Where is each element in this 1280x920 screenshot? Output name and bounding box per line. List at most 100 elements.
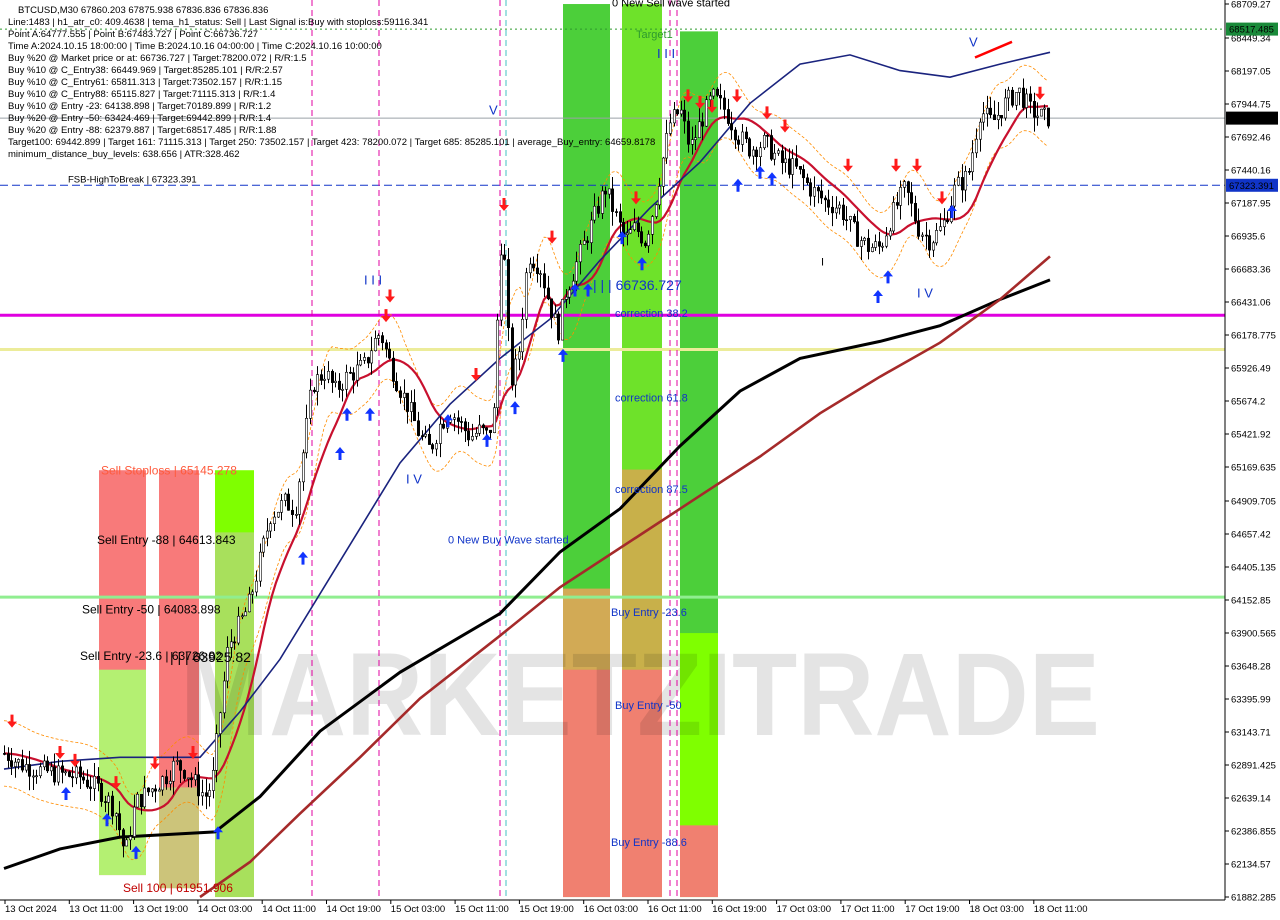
candle-body	[506, 259, 510, 329]
candle-body	[938, 226, 942, 231]
info-line: Buy %10 @ C_Entry61: 65811.313 | Target:…	[8, 77, 282, 88]
candle-body	[538, 273, 542, 275]
candle-body	[477, 424, 481, 434]
candle-body	[751, 149, 755, 157]
candle-body	[409, 402, 413, 412]
candle-body	[1025, 93, 1029, 108]
x-tick-label: 13 Oct 2024	[5, 904, 57, 915]
candle-body	[344, 371, 348, 390]
y-tick-label: 63395.99	[1231, 695, 1271, 706]
candle-body	[308, 389, 312, 419]
chart-label: Sell 100 | 61951.906	[123, 881, 233, 895]
candle-body	[358, 360, 362, 366]
candle-body	[125, 839, 129, 847]
chart-label: Buy Entry -88.6	[611, 837, 687, 849]
candle-body	[992, 114, 996, 121]
candle-body	[16, 759, 20, 763]
candle-body	[143, 787, 147, 808]
chart-label: Sell Entry -50 | 64083.898	[82, 602, 221, 616]
candle-body	[241, 615, 245, 618]
candle-body	[169, 780, 173, 785]
y-tick-label: 67944.75	[1231, 100, 1271, 111]
chart-label: I V	[917, 286, 933, 301]
info-line: Line:1483 | h1_atr_c0: 409.4638 | tema_h…	[8, 17, 428, 28]
candle-body	[297, 481, 301, 515]
candle-body	[376, 335, 380, 339]
candle-body	[650, 216, 654, 235]
candle-body	[319, 374, 323, 381]
candle-body	[726, 109, 730, 124]
candle-body	[502, 254, 506, 260]
chart-label: Sell Stoploss | 65145.278	[101, 463, 237, 477]
candle-body	[1003, 97, 1007, 119]
price-chart[interactable]: MARKETZITRADE Sell Stoploss | 65145.278 S…	[0, 0, 1280, 920]
candle-body	[628, 229, 632, 234]
watermark-text: MARKETZITRADE	[180, 629, 1100, 761]
candle-body	[233, 641, 237, 644]
y-tick-label: 68197.05	[1231, 67, 1271, 78]
chart-label: Sell Entry -88 | 64613.843	[97, 533, 236, 547]
info-line: Point A:64777.555 | Point B:67483.727 | …	[8, 29, 258, 40]
candle-body	[762, 135, 766, 149]
info-header: BTCUSD,M30 67860.203 67875.938 67836.836…	[8, 5, 655, 185]
candle-body	[205, 792, 209, 797]
candle-body	[93, 776, 97, 789]
candle-body	[765, 135, 769, 137]
chart-label: | | | 66736.727	[593, 277, 682, 293]
y-tick-label: 63143.71	[1231, 728, 1271, 739]
candle-body	[89, 786, 93, 789]
candle-body	[780, 150, 784, 163]
candle-body	[808, 182, 812, 197]
candle-body	[219, 712, 223, 734]
candle-body	[826, 199, 830, 208]
x-tick-label: 14 Oct 11:00	[262, 904, 316, 915]
candle-body	[981, 113, 985, 123]
candle-body	[64, 771, 68, 774]
candle-body	[470, 436, 474, 441]
candle-body	[492, 407, 496, 433]
candle-body	[31, 775, 35, 778]
x-tick-label: 14 Oct 19:00	[327, 904, 381, 915]
candle-body	[646, 233, 650, 247]
candle-body	[355, 364, 359, 381]
candle-body	[161, 776, 165, 791]
y-tick-label: 63648.28	[1231, 662, 1271, 673]
candle-body	[924, 234, 928, 237]
candle-body	[920, 234, 924, 237]
candle-body	[351, 372, 355, 381]
candle-body	[427, 433, 431, 445]
candle-body	[330, 370, 334, 383]
candle-body	[744, 131, 748, 140]
candle-body	[974, 138, 978, 154]
candle-body	[265, 530, 269, 539]
x-tick-label: 16 Oct 03:00	[584, 904, 638, 915]
candle-body	[625, 232, 629, 235]
candle-body	[895, 202, 899, 206]
candle-body	[416, 420, 420, 436]
candle-body	[657, 186, 661, 206]
candle-body	[549, 298, 553, 318]
candle-body	[632, 222, 636, 230]
candle-body	[931, 242, 935, 251]
candle-body	[60, 765, 64, 773]
candle-body	[970, 152, 974, 173]
candle-body	[373, 338, 377, 352]
x-tick-label: 14 Oct 03:00	[198, 904, 252, 915]
candle-body	[801, 169, 805, 179]
x-tick-label: 18 Oct 11:00	[1034, 904, 1088, 915]
y-tick-label: 62891.425	[1231, 761, 1276, 772]
chart-label: correction 38.2	[615, 308, 688, 320]
chart-label: | | | 63925.82	[170, 649, 251, 665]
candle-body	[423, 433, 427, 437]
info-line: Buy %20 @ Market price or at: 66736.727 …	[8, 53, 307, 64]
x-tick-label: 16 Oct 19:00	[712, 904, 766, 915]
candle-body	[816, 187, 820, 192]
candle-body	[844, 219, 848, 222]
candle-body	[495, 319, 499, 409]
y-tick-label: 65926.49	[1231, 364, 1271, 375]
y-tick-label: 64405.135	[1231, 563, 1276, 574]
candle-body	[258, 551, 262, 582]
candle-body	[215, 733, 219, 771]
candle-body	[1021, 87, 1025, 108]
candle-body	[75, 766, 79, 779]
